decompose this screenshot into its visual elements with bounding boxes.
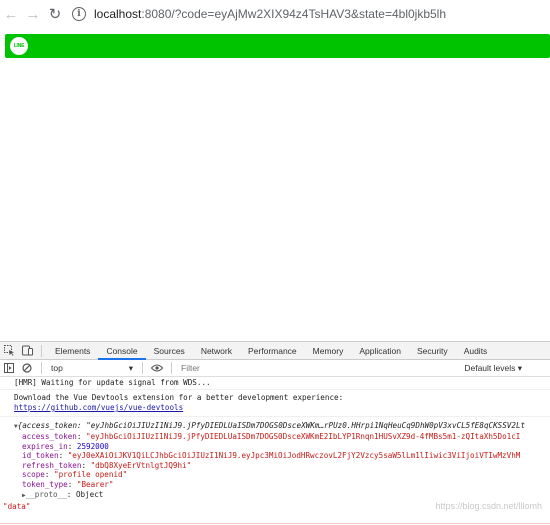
- prop-refresh-token-value: "dbQ8XyeErVtnlgtJQ9hi": [90, 460, 192, 470]
- log-levels-dropdown[interactable]: Default levels ▾: [464, 363, 522, 374]
- line-logo-icon: LINE: [10, 37, 28, 55]
- back-arrow-icon[interactable]: ←: [0, 3, 22, 25]
- tab-elements[interactable]: Elements: [47, 342, 98, 360]
- context-select-value: top: [51, 363, 63, 373]
- line-login-bar[interactable]: LINE: [5, 34, 550, 58]
- console-toolbar: top ▾ Default levels ▾: [0, 360, 550, 377]
- context-select[interactable]: top ▾: [47, 362, 137, 375]
- url-host: localhost: [94, 7, 142, 21]
- toolbar-separator: [142, 362, 143, 374]
- prop-refresh-token: refresh_token: "dbQ8XyeErVtnlgtJQ9hi": [22, 460, 192, 470]
- tab-sources[interactable]: Sources: [146, 342, 193, 360]
- prop-id-token-value: "eyJ0eXAiOiJKV1QiLCJhbGciOiJIUzI1NiJ9.ey…: [67, 451, 521, 461]
- tab-separator: [41, 344, 42, 357]
- line-logo-text: LINE: [13, 43, 25, 49]
- prop-access-token: access_token: "eyJhbGciOiJIUzI1NiJ9.jPfy…: [22, 432, 521, 441]
- prop-scope-value: "profile openid": [54, 470, 128, 480]
- prop-access-token-value: "eyJhbGciOiJIUzI1NiJ9.jPfyDIEDLUaISDm7DO…: [86, 432, 521, 441]
- devtools-tabbar: Elements Console Sources Network Perform…: [0, 342, 550, 360]
- console-output: [HMR] Waiting for update signal from WDS…: [0, 377, 550, 513]
- watermark-text: https://blog.csdn.net/lllomh: [435, 501, 542, 511]
- tab-application[interactable]: Application: [351, 342, 409, 360]
- address-bar[interactable]: i localhost:8080/?code=eyAjMw2XIX94z4TsH…: [72, 3, 550, 25]
- tab-network[interactable]: Network: [193, 342, 240, 360]
- prop-proto-value: Object: [75, 489, 104, 499]
- tab-performance[interactable]: Performance: [240, 342, 305, 360]
- prop-proto[interactable]: ▶__proto__: Object: [14, 490, 536, 501]
- console-object-entry: ▼{access_token: "eyJhbGciOiJIUzI1NiJ9.jP…: [0, 417, 550, 501]
- browser-toolbar: ← → ↻ i localhost:8080/?code=eyAjMw2XIX9…: [0, 0, 550, 28]
- console-sidebar-icon[interactable]: [0, 359, 18, 377]
- prop-expires-in-value: 2592000: [76, 441, 109, 451]
- live-expression-eye-icon[interactable]: [148, 359, 166, 377]
- chevron-down-icon: ▾: [128, 362, 133, 373]
- object-summary[interactable]: ▼{access_token: "eyJhbGciOiJIUzI1NiJ9.jP…: [14, 421, 536, 432]
- tab-console[interactable]: Console: [98, 342, 146, 360]
- console-message: Download the Vue Devtools extension for …: [0, 390, 550, 417]
- clear-console-icon[interactable]: [18, 359, 36, 377]
- console-filter-input[interactable]: [177, 361, 457, 375]
- object-summary-text: {access_token: "eyJhbGciOiJIUzI1NiJ9.jPf…: [17, 421, 526, 430]
- console-error-divider: [0, 523, 550, 524]
- tab-memory[interactable]: Memory: [305, 342, 352, 360]
- inspect-element-icon[interactable]: [0, 342, 18, 360]
- prop-token-type: token_type: "Bearer": [22, 479, 114, 489]
- reload-icon[interactable]: ↻: [44, 3, 66, 25]
- console-message: [HMR] Waiting for update signal from WDS…: [0, 377, 550, 390]
- console-message-text: Download the Vue Devtools extension for …: [14, 393, 344, 402]
- prop-token-type-value: "Bearer": [76, 479, 114, 489]
- device-toolbar-icon[interactable]: [18, 342, 36, 360]
- toolbar-separator: [171, 362, 172, 374]
- devtools-panel: Elements Console Sources Network Perform…: [0, 341, 550, 525]
- forward-arrow-icon[interactable]: →: [22, 3, 44, 25]
- toolbar-separator: [41, 362, 42, 374]
- vue-devtools-link[interactable]: https://github.com/vuejs/vue-devtools: [14, 403, 536, 413]
- prop-expires-in: expires_in: 2592000: [22, 441, 109, 451]
- tab-audits[interactable]: Audits: [456, 342, 496, 360]
- prop-scope: scope: "profile openid": [22, 470, 128, 480]
- tab-security[interactable]: Security: [409, 342, 456, 360]
- site-info-icon[interactable]: i: [72, 7, 86, 21]
- prop-id-token: id_token: "eyJ0eXAiOiJKV1QiLCJhbGciOiJIU…: [22, 451, 521, 461]
- url-rest: :8080/?code=eyAjMw2XIX94z4TsHAV3&state=4…: [141, 7, 447, 21]
